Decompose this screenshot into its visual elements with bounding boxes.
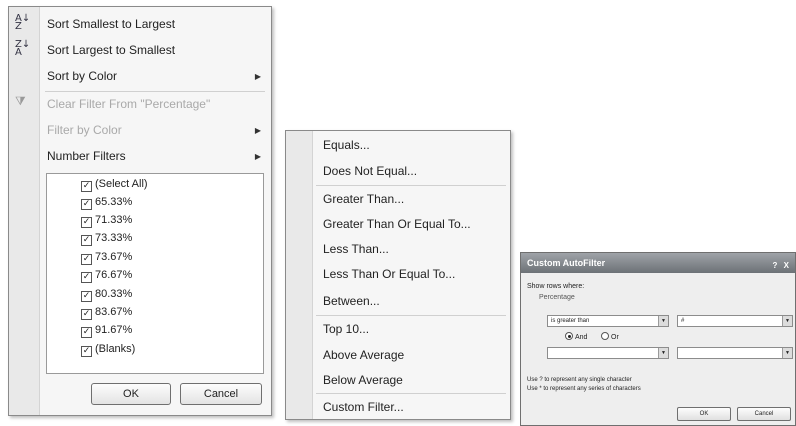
menu-separator — [316, 185, 506, 186]
radio-selected-icon[interactable] — [565, 332, 573, 340]
condition1-value-combo[interactable]: # ▼ — [677, 315, 793, 327]
dialog-cancel-button[interactable]: Cancel — [737, 407, 791, 421]
filter-values-list[interactable]: ✓ (Select All) ✓ 65.33% ✓ 71.33% ✓ 73.33% ✓ 7… — [46, 173, 264, 374]
menu-separator — [45, 91, 265, 92]
hint-series-characters: Use * to represent any series of charact… — [527, 386, 641, 392]
menu-item-between[interactable]: Between... — [323, 294, 380, 308]
checklist-item[interactable]: ✓ 73.67% — [81, 251, 132, 265]
menu-item-less-than[interactable]: Less Than... — [323, 242, 389, 256]
checkbox-checked-icon[interactable]: ✓ — [81, 272, 92, 283]
clear-filter-icon: ⧩ — [15, 94, 26, 108]
checklist-item[interactable]: ✓ 73.33% — [81, 232, 132, 246]
help-close-buttons[interactable]: ? X — [773, 256, 791, 276]
menu-item-below-average[interactable]: Below Average — [323, 373, 403, 387]
checklist-item[interactable]: ✓ 91.67% — [81, 324, 132, 338]
checkbox-checked-icon[interactable]: ✓ — [81, 199, 92, 210]
menu-item-top-10[interactable]: Top 10... — [323, 322, 369, 336]
menu-item-custom-filter[interactable]: Custom Filter... — [323, 400, 404, 414]
field-label: Percentage — [539, 294, 575, 301]
checklist-item-select-all[interactable]: ✓ (Select All) — [81, 178, 148, 192]
autofilter-menu: A↓ Z Sort Smallest to Largest Z↓ A Sort La… — [8, 6, 272, 416]
menu-item-sort-largest-to-smallest[interactable]: Sort Largest to Smallest — [47, 43, 175, 57]
checkbox-checked-icon[interactable]: ✓ — [81, 291, 92, 302]
submenu-arrow-icon: ▶ — [254, 72, 261, 81]
submenu-arrow-icon: ▶ — [254, 152, 261, 161]
menu-item-filter-by-color[interactable]: Filter by Color — [47, 123, 122, 137]
condition2-value-combo[interactable]: ▼ — [677, 347, 793, 359]
menu-item-above-average[interactable]: Above Average — [323, 348, 404, 362]
dropdown-arrow-icon: ▼ — [782, 316, 792, 326]
checklist-item[interactable]: ✓ 83.67% — [81, 306, 132, 320]
dialog-ok-button[interactable]: OK — [677, 407, 731, 421]
number-filters-submenu: Equals... Does Not Equal... Greater Than… — [285, 130, 511, 420]
menu-icon-gutter — [9, 7, 40, 415]
checklist-item[interactable]: ✓ 71.33% — [81, 214, 132, 228]
checklist-item[interactable]: ✓ 76.67% — [81, 269, 132, 283]
checklist-item[interactable]: ✓ 65.33% — [81, 196, 132, 210]
or-radio[interactable]: Or — [601, 332, 619, 341]
checkbox-checked-icon[interactable]: ✓ — [81, 254, 92, 265]
dropdown-arrow-icon: ▼ — [782, 348, 792, 358]
dialog-title: Custom AutoFilter — [527, 258, 606, 268]
menu-separator — [316, 315, 506, 316]
menu-separator — [316, 393, 506, 394]
submenu-arrow-icon: ▶ — [254, 126, 261, 135]
checklist-item-blanks[interactable]: ✓ (Blanks) — [81, 343, 135, 357]
menu-item-clear-filter[interactable]: Clear Filter From "Percentage" — [47, 97, 210, 111]
checkbox-checked-icon[interactable]: ✓ — [81, 327, 92, 338]
sort-descending-icon: Z↓ A — [15, 39, 31, 58]
sort-ascending-icon: A↓ Z — [15, 13, 31, 32]
checkbox-checked-icon[interactable]: ✓ — [81, 346, 92, 357]
menu-item-sort-by-color[interactable]: Sort by Color — [47, 69, 117, 83]
condition1-operator-select[interactable]: is greater than ▼ — [547, 315, 669, 327]
checkbox-checked-icon[interactable]: ✓ — [81, 217, 92, 228]
menu-item-does-not-equal[interactable]: Does Not Equal... — [323, 164, 417, 178]
menu-icon-gutter — [286, 131, 313, 419]
menu-item-greater-than[interactable]: Greater Than... — [323, 192, 404, 206]
ok-button[interactable]: OK — [91, 383, 171, 405]
dropdown-arrow-icon: ▼ — [658, 348, 668, 358]
show-rows-label: Show rows where: — [527, 283, 585, 290]
condition2-operator-select[interactable]: ▼ — [547, 347, 669, 359]
hint-single-character: Use ? to represent any single character — [527, 377, 632, 383]
menu-item-number-filters[interactable]: Number Filters — [47, 149, 126, 163]
checkbox-checked-icon[interactable]: ✓ — [81, 309, 92, 320]
dropdown-arrow-icon: ▼ — [658, 316, 668, 326]
and-radio[interactable]: And — [565, 332, 587, 341]
radio-unselected-icon[interactable] — [601, 332, 609, 340]
menu-item-greater-than-or-equal[interactable]: Greater Than Or Equal To... — [323, 217, 471, 231]
checklist-item[interactable]: ✓ 80.33% — [81, 288, 132, 302]
menu-item-less-than-or-equal[interactable]: Less Than Or Equal To... — [323, 267, 455, 281]
custom-autofilter-dialog: Custom AutoFilter ? X Show rows where: P… — [520, 252, 796, 426]
dialog-title-bar: Custom AutoFilter ? X — [521, 253, 795, 273]
checkbox-checked-icon[interactable]: ✓ — [81, 181, 92, 192]
menu-item-sort-smallest-to-largest[interactable]: Sort Smallest to Largest — [47, 17, 175, 31]
cancel-button[interactable]: Cancel — [180, 383, 262, 405]
menu-item-equals[interactable]: Equals... — [323, 138, 370, 152]
checkbox-checked-icon[interactable]: ✓ — [81, 235, 92, 246]
